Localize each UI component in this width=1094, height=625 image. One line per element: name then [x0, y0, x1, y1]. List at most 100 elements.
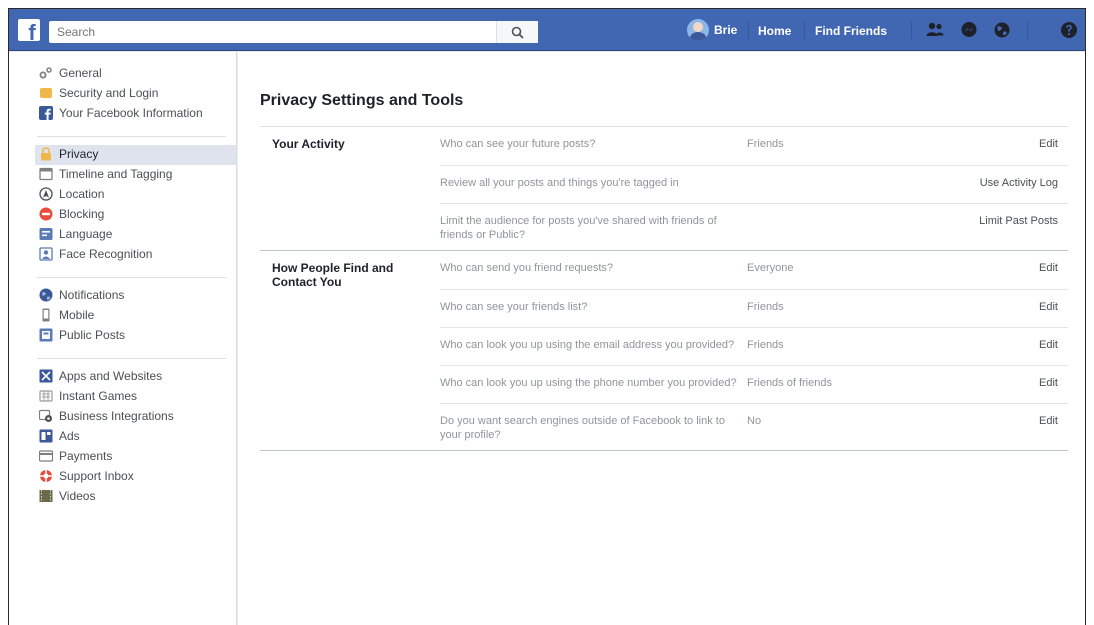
sidebar-item-timeline-and-tagging[interactable]: Timeline and Tagging — [39, 165, 226, 185]
page-title: Privacy Settings and Tools — [260, 92, 464, 109]
lock-icon — [41, 147, 51, 161]
setting-value: Friends — [747, 301, 784, 313]
top-navigation-bar: f Brie Home Find Friends — [9, 9, 1085, 51]
setting-question: Who can send you friend requests? — [440, 262, 614, 274]
setting-question: Who can look you up using the email addr… — [440, 339, 735, 351]
help-icon[interactable] — [1059, 20, 1079, 40]
section-title: Your Activity — [272, 137, 345, 151]
search-input[interactable] — [49, 21, 489, 43]
sidebar-group-notifications: Notifications Mobile Public Posts — [9, 286, 236, 352]
settings-row[interactable]: Limit the audience for posts you've shar… — [440, 203, 1068, 250]
setting-value: Everyone — [747, 262, 794, 274]
setting-value: No — [747, 415, 762, 427]
sidebar-item-apps-and-websites[interactable]: Apps and Websites — [39, 367, 226, 387]
use-activity-log-link[interactable]: Use Activity Log — [909, 176, 1068, 195]
videos-icon — [39, 490, 53, 502]
privacy-settings-table: Your Activity Who can see your future po… — [260, 126, 1068, 451]
sidebar-item-label: Security and Login — [59, 86, 159, 100]
nav-divider — [748, 21, 749, 39]
sidebar-item-label: Timeline and Tagging — [59, 167, 173, 181]
settings-row[interactable]: Review all your posts and things you're … — [440, 165, 1068, 203]
edit-link[interactable]: Edit — [909, 300, 1068, 319]
facebook-icon — [39, 106, 53, 120]
sidebar-item-ads[interactable]: Ads — [39, 427, 226, 447]
sidebar-item-label: Location — [59, 187, 105, 201]
nav-divider — [1027, 21, 1028, 39]
settings-section-how-people-find-you: How People Find and Contact You Who can … — [260, 251, 1068, 451]
sidebar-item-payments[interactable]: Payments — [39, 447, 226, 467]
location-icon — [39, 187, 53, 201]
section-rows: Who can see your future posts? Friends E… — [440, 127, 1068, 250]
sidebar-item-blocking[interactable]: Blocking — [39, 205, 226, 225]
sidebar-item-business-integrations[interactable]: Business Integrations — [39, 407, 226, 427]
settings-row[interactable]: Who can look you up using the email addr… — [440, 327, 1068, 365]
sidebar-item-public-posts[interactable]: Public Posts — [39, 326, 226, 346]
setting-question: Limit the audience for posts you've shar… — [440, 215, 717, 241]
section-rows: Who can send you friend requests? Everyo… — [440, 251, 1068, 450]
main-content: Privacy Settings and Tools Your Activity… — [238, 52, 1085, 625]
profile-link[interactable]: Brie — [687, 19, 737, 41]
sidebar-item-label: Public Posts — [59, 328, 126, 342]
search-button[interactable] — [496, 21, 538, 43]
sidebar-item-label: Apps and Websites — [59, 369, 163, 383]
sidebar-item-label: Face Recognition — [59, 247, 153, 261]
settings-row[interactable]: Who can look you up using the phone numb… — [440, 365, 1068, 403]
browser-frame: f Brie Home Find Friends — [8, 8, 1086, 625]
shield-icon — [40, 88, 52, 98]
games-icon — [39, 390, 53, 402]
section-title: How People Find and Contact You — [272, 261, 394, 289]
sidebar-item-label: Support Inbox — [59, 469, 134, 483]
sidebar-item-videos[interactable]: Videos — [39, 487, 226, 507]
sidebar-item-privacy[interactable]: Privacy — [35, 145, 236, 165]
globe-icon — [39, 288, 53, 302]
setting-question: Who can look you up using the phone numb… — [440, 377, 737, 389]
limit-past-posts-link[interactable]: Limit Past Posts — [909, 214, 1068, 242]
setting-question: Review all your posts and things you're … — [440, 177, 679, 189]
settings-section-your-activity: Your Activity Who can see your future po… — [260, 127, 1068, 251]
sidebar-divider — [37, 136, 226, 137]
sidebar-item-support-inbox[interactable]: Support Inbox — [39, 467, 226, 487]
sidebar-item-label: Business Integrations — [59, 409, 174, 423]
sidebar-item-security-and-login[interactable]: Security and Login — [39, 84, 226, 104]
settings-sidebar: General Security and Login Your Facebook… — [9, 52, 237, 625]
sidebar-divider — [37, 358, 226, 359]
edit-link[interactable]: Edit — [909, 137, 1068, 157]
edit-link[interactable]: Edit — [909, 261, 1068, 281]
edit-link[interactable]: Edit — [909, 376, 1068, 395]
messenger-icon[interactable] — [959, 20, 979, 40]
setting-question: Who can see your friends list? — [440, 301, 588, 313]
sidebar-item-general[interactable]: General — [39, 64, 226, 84]
settings-row[interactable]: Who can send you friend requests? Everyo… — [440, 251, 1068, 289]
sidebar-item-label: Language — [59, 227, 113, 241]
sidebar-item-mobile[interactable]: Mobile — [39, 306, 226, 326]
home-link[interactable]: Home — [758, 24, 791, 38]
nav-divider — [804, 21, 805, 39]
setting-value: Friends — [747, 339, 784, 351]
settings-row[interactable]: Who can see your friends list? Friends E… — [440, 289, 1068, 327]
settings-row[interactable]: Do you want search engines outside of Fa… — [440, 403, 1068, 450]
edit-link[interactable]: Edit — [909, 338, 1068, 357]
friend-requests-icon[interactable] — [925, 20, 945, 40]
sidebar-group-account: General Security and Login Your Facebook… — [9, 64, 236, 130]
setting-value: Friends of friends — [747, 377, 832, 389]
notifications-globe-icon[interactable] — [992, 20, 1012, 40]
sidebar-item-notifications[interactable]: Notifications — [39, 286, 226, 306]
settings-row[interactable]: Who can see your future posts? Friends E… — [440, 127, 1068, 165]
nav-divider — [911, 21, 912, 39]
sidebar-item-label: Your Facebook Information — [59, 106, 203, 120]
sidebar-item-label: Ads — [59, 429, 80, 443]
edit-link[interactable]: Edit — [909, 414, 1068, 442]
business-icon — [39, 409, 52, 422]
find-friends-link[interactable]: Find Friends — [815, 24, 887, 38]
sidebar-item-language[interactable]: Language — [39, 225, 226, 245]
sidebar-item-location[interactable]: Location — [39, 185, 226, 205]
user-name: Brie — [714, 23, 738, 37]
setting-value — [747, 214, 909, 242]
sidebar-group-privacy: Privacy Timeline and Tagging Location Bl… — [9, 145, 236, 271]
sidebar-item-instant-games[interactable]: Instant Games — [39, 387, 226, 407]
blocking-icon — [39, 207, 53, 221]
facebook-logo[interactable]: f — [18, 19, 40, 41]
sidebar-item-face-recognition[interactable]: Face Recognition — [39, 245, 226, 265]
search-box — [49, 21, 538, 43]
sidebar-item-your-facebook-information[interactable]: Your Facebook Information — [39, 104, 226, 124]
